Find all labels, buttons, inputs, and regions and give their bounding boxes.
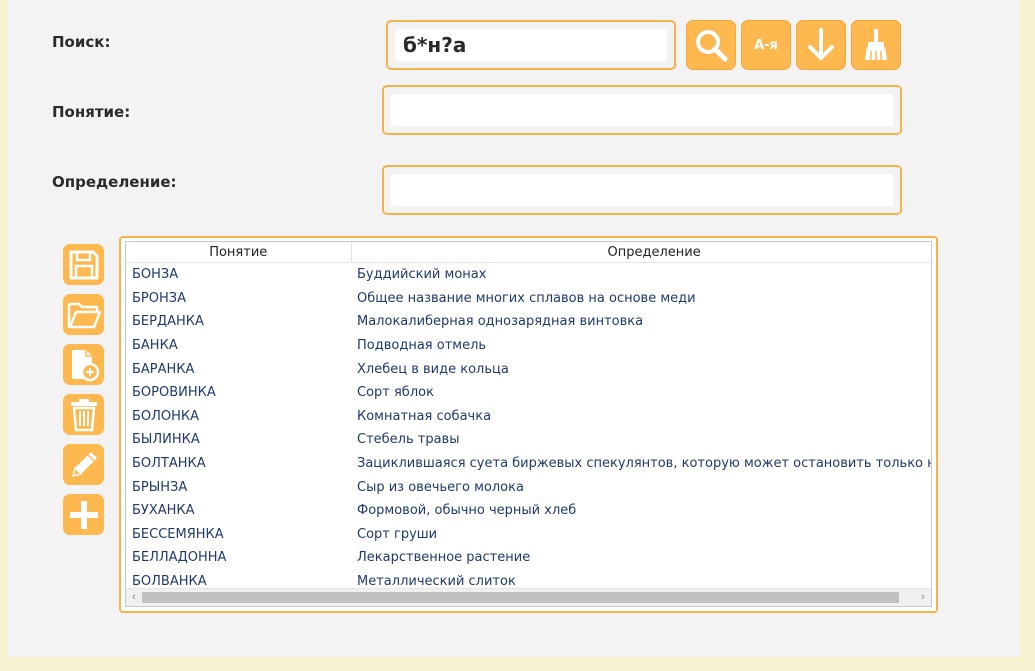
save-button[interactable] xyxy=(63,244,104,285)
definition-input[interactable] xyxy=(391,174,893,206)
cell-definition[interactable]: Хлебец в виде кольца xyxy=(351,357,931,381)
cell-definition[interactable]: Стебель травы xyxy=(351,428,931,452)
table-row[interactable]: БАНКА Подводная отмель xyxy=(126,334,931,358)
scrollbar-thumb[interactable] xyxy=(142,592,899,603)
table-row[interactable]: БЕССЕМЯНКА Сорт груши xyxy=(126,523,931,547)
clear-button[interactable] xyxy=(851,20,901,70)
cell-definition[interactable]: Подводная отмель xyxy=(351,334,931,358)
cell-definition[interactable]: Формовой, обычно черный хлеб xyxy=(351,499,931,523)
trash-icon xyxy=(70,398,97,431)
table-row[interactable]: БЫЛИНКА Стебель травы xyxy=(126,428,931,452)
cell-definition[interactable]: Зациклившаяся суета биржевых спекулянтов… xyxy=(351,452,931,476)
sort-button[interactable]: А-я xyxy=(741,20,791,70)
cell-concept[interactable]: БЕРДАНКА xyxy=(126,310,351,334)
cell-concept[interactable]: БОРОВИНКА xyxy=(126,381,351,405)
pencil-icon xyxy=(71,451,97,477)
cell-concept[interactable]: БАРАНКА xyxy=(126,357,351,381)
table-row[interactable]: БОЛОНКА Комнатная собачка xyxy=(126,405,931,429)
cell-concept[interactable]: БАНКА xyxy=(126,334,351,358)
add-button[interactable] xyxy=(63,494,104,535)
search-label: Поиск: xyxy=(52,33,111,51)
main-panel: Поиск: Понятие: Определение: А-я xyxy=(8,0,1020,657)
cell-concept[interactable]: БУХАНКА xyxy=(126,499,351,523)
broom-icon xyxy=(865,29,887,60)
cell-concept[interactable]: БОНЗА xyxy=(126,263,351,287)
cell-definition[interactable]: Сорт яблок xyxy=(351,381,931,405)
search-button[interactable] xyxy=(686,20,736,70)
new-file-icon xyxy=(71,349,99,381)
cell-concept[interactable]: БОЛОНКА xyxy=(126,405,351,429)
search-field-frame xyxy=(386,20,676,70)
table-row[interactable]: БЕРДАНКА Малокалиберная однозарядная винт… xyxy=(126,310,931,334)
search-input[interactable] xyxy=(395,29,667,61)
cell-concept[interactable]: БЫЛИНКА xyxy=(126,428,351,452)
edit-button[interactable] xyxy=(63,444,104,485)
cell-definition[interactable]: Малокалиберная однозарядная винтовка xyxy=(351,310,931,334)
column-header-definition[interactable]: Определение xyxy=(351,242,931,263)
cell-definition[interactable]: Комнатная собачка xyxy=(351,405,931,429)
delete-button[interactable] xyxy=(63,394,104,435)
horizontal-scrollbar[interactable]: ‹ › xyxy=(126,588,931,606)
concept-label: Понятие: xyxy=(52,103,131,121)
column-header-concept[interactable]: Понятие xyxy=(126,242,352,263)
cell-definition[interactable]: Общее название многих сплавов на основе … xyxy=(351,287,931,311)
table-row[interactable]: БОНЗА Буддийский монах xyxy=(126,263,931,287)
table-row[interactable]: БУХАНКА Формовой, обычно черный хлеб xyxy=(126,499,931,523)
table-row[interactable]: БОЛТАНКА Зациклившаяся суета биржевых спе… xyxy=(126,452,931,476)
arrow-down-icon xyxy=(808,28,834,60)
scroll-left-icon[interactable]: ‹ xyxy=(127,590,141,604)
open-folder-icon xyxy=(67,302,101,328)
cell-definition[interactable]: Буддийский монах xyxy=(351,263,931,287)
new-file-button[interactable] xyxy=(63,344,104,385)
table-row[interactable]: БАРАНКА Хлебец в виде кольца xyxy=(126,357,931,381)
data-grid[interactable]: Понятие Определение БОНЗА Буддийский мона… xyxy=(125,241,932,607)
open-button[interactable] xyxy=(63,294,104,335)
table-row[interactable]: БОРОВИНКА Сорт яблок xyxy=(126,381,931,405)
load-button[interactable] xyxy=(796,20,846,70)
grid-table: Понятие Определение БОНЗА Буддийский мона… xyxy=(126,242,931,593)
cell-concept[interactable]: БЕССЕМЯНКА xyxy=(126,523,351,547)
concept-field-frame xyxy=(382,85,902,135)
definition-field-frame xyxy=(382,165,902,215)
definition-label: Определение: xyxy=(52,173,177,191)
grid-header-row: Понятие Определение xyxy=(126,242,931,263)
cell-concept[interactable]: БРОНЗА xyxy=(126,287,351,311)
grid-frame: Понятие Определение БОНЗА Буддийский мона… xyxy=(119,236,938,613)
cell-concept[interactable]: БОЛТАНКА xyxy=(126,452,351,476)
cell-concept[interactable]: БЕЛЛАДОННА xyxy=(126,546,351,570)
save-icon xyxy=(69,250,98,279)
table-row[interactable]: БРОНЗА Общее название многих сплавов на о… xyxy=(126,287,931,311)
search-icon xyxy=(696,30,728,62)
cell-definition[interactable]: Лекарственное растение xyxy=(351,546,931,570)
concept-input[interactable] xyxy=(391,94,893,126)
plus-icon xyxy=(69,500,98,529)
scroll-right-icon[interactable]: › xyxy=(916,590,930,604)
table-row[interactable]: БЕЛЛАДОННА Лекарственное растение xyxy=(126,546,931,570)
sort-alpha-icon: А-я xyxy=(754,37,778,53)
table-row[interactable]: БРЫНЗА Сыр из овечьего молока xyxy=(126,475,931,499)
cell-concept[interactable]: БРЫНЗА xyxy=(126,475,351,499)
cell-definition[interactable]: Сорт груши xyxy=(351,523,931,547)
cell-definition[interactable]: Сыр из овечьего молока xyxy=(351,475,931,499)
